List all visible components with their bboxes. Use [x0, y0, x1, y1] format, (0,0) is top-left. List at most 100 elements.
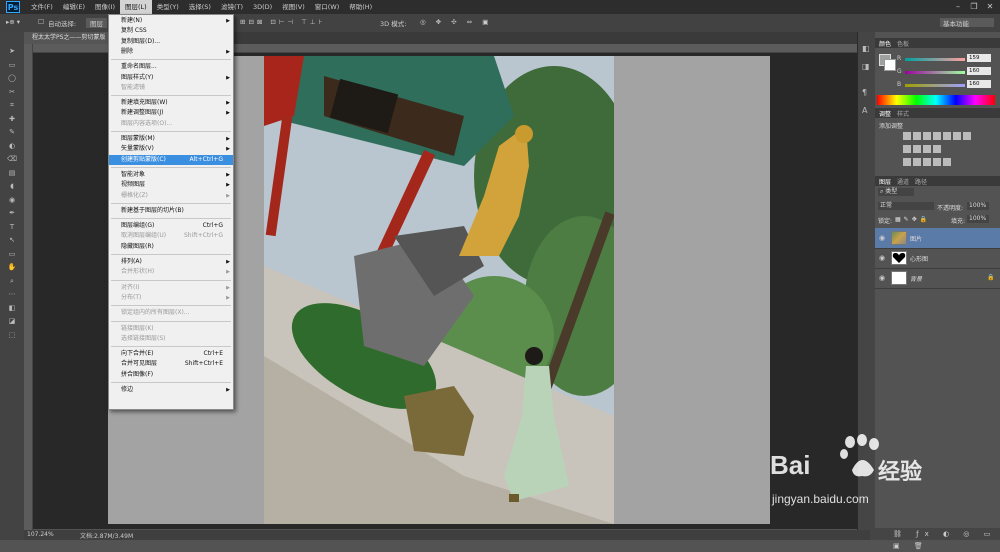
layer-menu-item[interactable]: 重命名图层... — [109, 62, 233, 72]
menu-8[interactable]: 视图(V) — [277, 0, 310, 14]
eyedropper-tool-icon[interactable]: ✚ — [7, 114, 17, 124]
auto-select-checkbox[interactable]: ☐ — [38, 18, 44, 26]
menu-0[interactable]: 文件(F) — [26, 0, 58, 14]
layer-menu-item[interactable]: 修边 ▶ — [109, 385, 233, 395]
crop-tool-icon[interactable]: ⌗ — [7, 100, 17, 110]
layer-menu-item[interactable]: 复制图层(D)... — [109, 37, 233, 47]
layer-menu-item[interactable]: 新建基于图层的切片(B) — [109, 206, 233, 216]
visibility-eye-icon[interactable]: ◉ — [879, 274, 885, 282]
tab-swatches[interactable]: 色板 — [897, 39, 909, 48]
brightness-adjust-icon[interactable] — [903, 132, 911, 140]
selective-color-adjust-icon[interactable] — [943, 158, 951, 166]
tab-styles[interactable]: 样式 — [897, 109, 909, 118]
channel-mixer-adjust-icon[interactable] — [923, 145, 931, 153]
paragraph-icon[interactable]: ¶ — [862, 88, 867, 97]
layer-menu-item[interactable]: 创建剪贴蒙版(C) Alt+Ctrl+G — [109, 154, 233, 165]
menu-10[interactable]: 帮助(H) — [344, 0, 377, 14]
visibility-eye-icon[interactable]: ◉ — [879, 234, 885, 242]
zoom-level[interactable]: 107.24% — [27, 531, 54, 538]
layer-row[interactable]: ◉ 图片 — [875, 228, 1000, 249]
gradient-map-adjust-icon[interactable] — [933, 158, 941, 166]
screen-mode-tool-icon[interactable]: ⬚ — [7, 330, 17, 340]
menu-6[interactable]: 滤镜(T) — [216, 0, 248, 14]
red-slider[interactable]: R 159 — [897, 54, 999, 64]
layer-menu-item[interactable]: 矢量蒙版(V) ▶ — [109, 144, 233, 154]
invert-adjust-icon[interactable] — [903, 158, 911, 166]
layer-row[interactable]: ◉ 背景 🔒 — [875, 268, 1000, 289]
close-icon[interactable]: ✕ — [984, 2, 996, 12]
mode3d-icons[interactable]: ◎ ✥ ✣ ⇔ ▣ — [420, 18, 492, 26]
layer-menu-item[interactable]: 锁定组内的所有图层(X)... — [109, 308, 233, 318]
history-icon[interactable]: ◧ — [862, 44, 870, 53]
fill-input[interactable]: 100% — [967, 215, 989, 223]
layer-menu-item[interactable]: 新建填充图层(W) ▶ — [109, 98, 233, 108]
blur-tool-icon[interactable]: ◖ — [7, 181, 17, 191]
levels-adjust-icon[interactable] — [913, 132, 921, 140]
lasso-tool-icon[interactable]: ◯ — [7, 73, 17, 83]
layer-menu-item[interactable]: 视频图层 ▶ — [109, 180, 233, 190]
exposure-adjust-icon[interactable] — [933, 132, 941, 140]
zoom-tool-icon[interactable]: ⌕ — [7, 276, 17, 286]
layer-menu-item[interactable]: 合并可见图层 Shift+Ctrl+E — [109, 359, 233, 369]
minimize-icon[interactable]: – — [952, 2, 964, 12]
layer-menu-item[interactable]: 隐藏图层(R) — [109, 242, 233, 252]
tab-paths[interactable]: 路径 — [915, 177, 927, 186]
brush-tool-icon[interactable]: ✎ — [7, 127, 17, 137]
lock-icons[interactable]: ▦✎✥🔒 — [895, 216, 930, 223]
gradient-tool-icon[interactable]: ▤ — [7, 168, 17, 178]
color-spectrum-bar[interactable] — [877, 95, 995, 105]
pen-tool-icon[interactable]: ✒ — [7, 208, 17, 218]
eraser-tool-icon[interactable]: ⌫ — [7, 154, 17, 164]
background-color-swatch[interactable] — [884, 59, 896, 71]
layer-menu-item[interactable]: 图层编组(G) Ctrl+G — [109, 221, 233, 231]
layer-menu-item[interactable]: 智能对象 ▶ — [109, 170, 233, 180]
shape-tool-icon[interactable]: ▭ — [7, 249, 17, 259]
menu-9[interactable]: 窗口(W) — [310, 0, 345, 14]
layer-menu-item[interactable]: 合并形状(H) ▶ — [109, 267, 233, 277]
photo-filter-adjust-icon[interactable] — [913, 145, 921, 153]
tab-adjustments[interactable]: 调整 — [879, 109, 891, 118]
layer-menu-item[interactable]: 栅格化(Z) ▶ — [109, 191, 233, 201]
layer-menu-item[interactable]: 删除 ▶ — [109, 47, 233, 57]
layer-menu-item[interactable]: 分布(T) ▶ — [109, 293, 233, 303]
quick-mask-tool-icon[interactable]: ◪ — [7, 316, 17, 326]
type-tool-icon[interactable]: T — [7, 222, 17, 232]
hand-tool-icon[interactable]: ✋ — [7, 262, 17, 272]
marquee-tool-icon[interactable]: ▭ — [7, 60, 17, 70]
layer-filter-dropdown[interactable]: ⌕ 类型 — [878, 188, 914, 196]
menu-5[interactable]: 选择(S) — [184, 0, 216, 14]
layer-menu-item[interactable]: 链接图层(K) — [109, 324, 233, 334]
layer-menu-item[interactable]: 图层蒙版(M) ▶ — [109, 134, 233, 144]
curves-adjust-icon[interactable] — [923, 132, 931, 140]
more-tool-icon[interactable]: ⋯ — [7, 289, 17, 299]
canvas-photo[interactable] — [264, 56, 614, 524]
color-lookup-adjust-icon[interactable] — [933, 145, 941, 153]
tab-layers[interactable]: 图层 — [879, 177, 891, 186]
green-value[interactable]: 160 — [967, 67, 991, 75]
layer-menu-item[interactable]: 新建调整图层(J) ▶ — [109, 108, 233, 118]
layer-menu-item[interactable]: 对齐(I) ▶ — [109, 283, 233, 293]
tab-color[interactable]: 颜色 — [879, 39, 891, 48]
hue-sat-adjust-icon[interactable] — [953, 132, 961, 140]
visibility-eye-icon[interactable]: ◉ — [879, 254, 885, 262]
move-tool-icon[interactable]: ▸⊕ ▾ — [6, 18, 20, 26]
workspace-dropdown[interactable]: 基本功能 — [940, 18, 994, 28]
color-balance-adjust-icon[interactable] — [963, 132, 971, 140]
menu-2[interactable]: 图像(I) — [90, 0, 120, 14]
layer-menu-item[interactable]: 图层内容选项(O)... — [109, 119, 233, 129]
layer-menu-item[interactable]: 选择链接图层(S) — [109, 334, 233, 344]
layer-menu-item[interactable]: 新建(N) ▶ — [109, 16, 233, 26]
color-swatch-tool-icon[interactable]: ◧ — [7, 303, 17, 313]
threshold-adjust-icon[interactable] — [923, 158, 931, 166]
layer-menu-item[interactable]: 拼合图像(F) — [109, 370, 233, 380]
layer-menu-item[interactable]: 智能滤镜 — [109, 83, 233, 93]
posterize-adjust-icon[interactable] — [913, 158, 921, 166]
stamp-tool-icon[interactable]: ◐ — [7, 141, 17, 151]
menu-4[interactable]: 类型(Y) — [152, 0, 184, 14]
layer-menu-item[interactable]: 图层样式(Y) ▶ — [109, 73, 233, 83]
properties-icon[interactable]: ◨ — [862, 62, 870, 71]
tab-channels[interactable]: 通道 — [897, 177, 909, 186]
path-select-tool-icon[interactable]: ↖ — [7, 235, 17, 245]
layer-row[interactable]: ◉ 心形图 — [875, 248, 1000, 269]
green-slider[interactable]: G 160 — [897, 67, 999, 77]
